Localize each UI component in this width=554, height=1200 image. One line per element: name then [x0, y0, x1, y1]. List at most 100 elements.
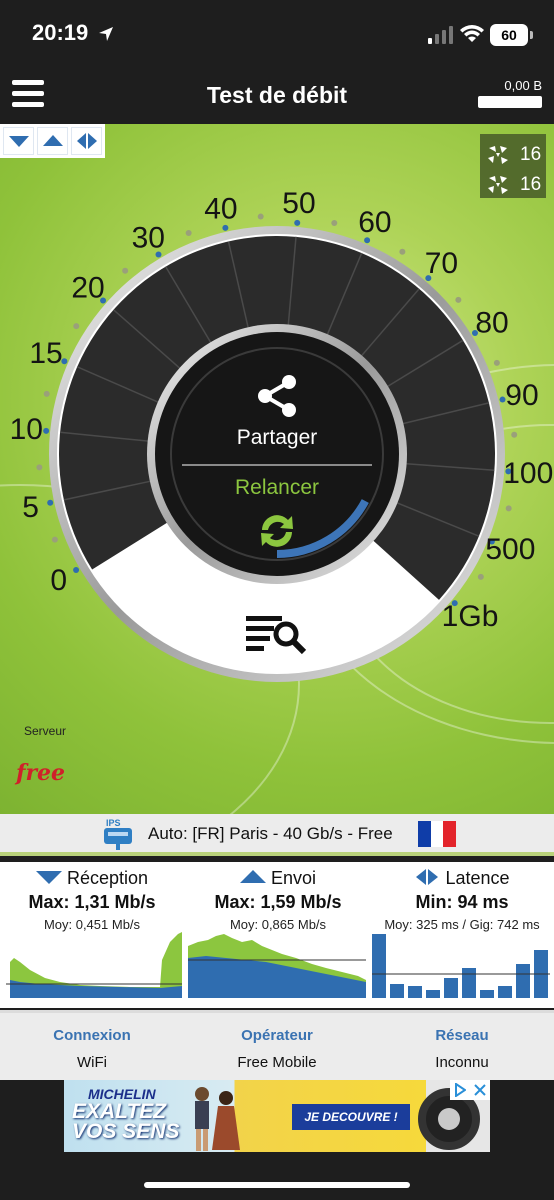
- home-indicator: [144, 1182, 410, 1188]
- server-label: Serveur: [24, 724, 67, 738]
- gauge-minor-dot: [493, 359, 500, 366]
- connexion-info: Connexion WiFi: [0, 1013, 184, 1071]
- reception-avg: Moy: 0,451 Mb/s: [43, 917, 141, 932]
- list-search-icon: [246, 616, 307, 655]
- gauge-tick-label: 5: [22, 491, 39, 524]
- ips-tag: IPS: [106, 818, 121, 828]
- status-time: 20:19: [32, 20, 89, 45]
- latency-bar: [480, 990, 494, 998]
- gauge-minor-dot: [511, 431, 518, 438]
- share-icon: [258, 375, 296, 417]
- gauge-minor-dot: [43, 390, 50, 397]
- data-usage-indicator: 0,00 B: [476, 78, 542, 108]
- gauge-minor-dot: [477, 573, 484, 580]
- test-results: Réception Max: 1,31 Mb/s Moy: 0,451 Mb/s…: [0, 862, 554, 1008]
- latency-bar: [498, 986, 512, 998]
- france-flag-icon: [418, 821, 457, 847]
- latency-min: Min: 94 ms: [415, 892, 509, 912]
- results-history-button[interactable]: [226, 598, 326, 662]
- latency-bar: [462, 968, 476, 998]
- server-name: Auto: [FR] Paris - 40 Gb/s - Free: [148, 824, 393, 843]
- ad-cta-button[interactable]: JE DECOUVRE !: [292, 1104, 410, 1130]
- reception-max: Max: 1,31 Mb/s: [28, 892, 156, 912]
- gauge-tick-label: 80: [475, 307, 508, 340]
- gauge-minor-dot: [257, 213, 264, 220]
- gauge-tick-label: 100: [503, 457, 553, 490]
- gauge-tick-label: 40: [204, 192, 237, 225]
- reception-graph: [6, 932, 182, 998]
- speedometer-panel: 16 16 0 5 10 15 20 30 40 50 60 70 80 90 …: [0, 124, 554, 814]
- gauge-tick-label: 20: [71, 271, 104, 304]
- status-bar: 20:19 60: [0, 0, 554, 66]
- upload-max: Max: 1,59 Mb/s: [214, 892, 342, 912]
- latency-bar: [390, 984, 404, 998]
- wifi-icon: [460, 25, 484, 42]
- gauge-minor-dot: [185, 229, 192, 236]
- page-title: Test de débit: [206, 82, 348, 108]
- gauge-tick-label: 500: [485, 533, 535, 566]
- gauge-tick-marker: [294, 219, 301, 226]
- gauge-tick-marker: [47, 499, 54, 506]
- ad-headline-line: EXALTEZ: [72, 1100, 167, 1123]
- data-usage-bar: [478, 96, 542, 108]
- gauge-minor-dot: [122, 267, 129, 274]
- ad-info-icon: [455, 1083, 466, 1097]
- gauge-tick-marker: [43, 427, 50, 434]
- gauge-tick-label: 1Gb: [442, 600, 499, 633]
- reception-title: Réception: [66, 868, 149, 888]
- latency-bar: [444, 978, 458, 998]
- upload-graph: [188, 934, 366, 998]
- refresh-icon: [261, 515, 293, 547]
- ad-headline-line: VOS SENS: [72, 1120, 180, 1143]
- battery-icon: 60: [490, 24, 533, 46]
- operator-info: Opérateur Free Mobile: [185, 1013, 369, 1071]
- latency-title: Latence: [445, 868, 510, 888]
- connexion-value: WiFi: [77, 1054, 107, 1071]
- network-label: Réseau: [435, 1027, 489, 1044]
- gauge-minor-dot: [51, 536, 58, 543]
- network-type-info: Réseau Inconnu: [370, 1013, 554, 1071]
- close-icon[interactable]: [474, 1084, 486, 1096]
- gauge-minor-dot: [455, 296, 462, 303]
- upload-avg: Moy: 0,865 Mb/s: [229, 917, 327, 932]
- latency-title-row: Latence: [370, 868, 554, 889]
- connexion-label: Connexion: [53, 1027, 131, 1044]
- relaunch-label: Relancer: [234, 476, 320, 499]
- triangle-left-right-icon: [416, 869, 439, 885]
- cellular-signal-icon: [428, 26, 453, 44]
- gauge-minor-dot: [505, 505, 512, 512]
- latency-bar: [408, 986, 422, 998]
- operator-label: Opérateur: [241, 1027, 313, 1044]
- latency-bar: [516, 964, 530, 998]
- triangle-up-icon: [239, 870, 266, 883]
- latency-bar: [372, 934, 386, 998]
- server-provider-logo: free: [16, 760, 66, 786]
- location-arrow-icon: [99, 27, 113, 41]
- gauge-tick-marker: [222, 224, 229, 231]
- gauge-tick-label: 50: [282, 187, 315, 220]
- gauge-minor-dot: [36, 464, 43, 471]
- app-header: Test de débit 0,00 B: [0, 66, 554, 124]
- gauge-minor-dot: [73, 323, 80, 330]
- share-label: Partager: [236, 426, 318, 449]
- share-button[interactable]: Partager: [180, 372, 374, 456]
- network-info: Connexion WiFi Opérateur Free Mobile Rés…: [0, 1010, 554, 1080]
- latency-stats: Latence Min: 94 ms Moy: 325 ms / Gig: 74…: [370, 862, 554, 1008]
- upload-stats: Envoi Max: 1,59 Mb/s Moy: 0,865 Mb/s: [186, 862, 370, 1008]
- gauge-tick-label: 70: [425, 247, 458, 280]
- server-selector[interactable]: IPS Auto: [FR] Paris - 40 Gb/s - Free: [0, 814, 554, 856]
- server-icon: IPS: [104, 818, 132, 850]
- gauge-tick-label: 30: [132, 221, 165, 254]
- operator-value: Free Mobile: [237, 1054, 317, 1071]
- ad-choices[interactable]: [450, 1080, 490, 1100]
- latency-avg: Moy: 325 ms / Gig: 742 ms: [384, 917, 540, 932]
- latency-bar: [426, 990, 440, 998]
- network-value: Inconnu: [435, 1054, 489, 1071]
- triangle-down-icon: [35, 871, 62, 884]
- ad-people-image: [195, 1087, 240, 1151]
- relaunch-button[interactable]: Relancer: [180, 476, 374, 560]
- ad-banner[interactable]: MICHELIN EXALTEZ VOS SENS JE DECOUVRE !: [64, 1080, 490, 1152]
- gauge-tick-label: 60: [358, 206, 391, 239]
- gauge-tick-label: 10: [10, 413, 43, 446]
- gauge-tick-label: 90: [505, 379, 538, 412]
